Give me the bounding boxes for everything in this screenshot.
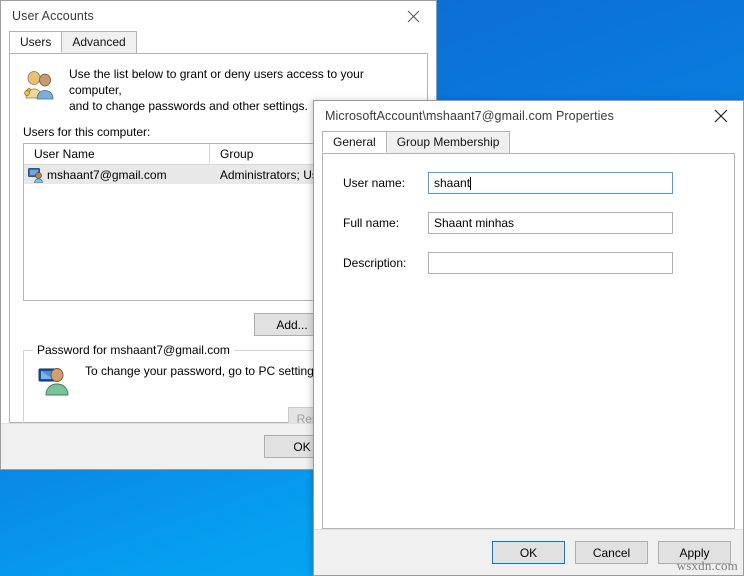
tab-users[interactable]: Users: [9, 31, 63, 53]
user-accounts-tabstrip: Users Advanced: [1, 31, 436, 53]
properties-footer: OK Cancel Apply: [314, 529, 743, 575]
properties-body: General Group Membership User name: shaa…: [314, 131, 743, 575]
description-row: Description:: [323, 252, 734, 274]
full-name-input[interactable]: Shaant minhas: [428, 212, 673, 234]
user-accounts-title: User Accounts: [12, 9, 94, 23]
general-tab-panel: User name: shaant Full name: Shaant minh…: [322, 153, 735, 529]
tab-group-membership[interactable]: Group Membership: [385, 131, 511, 153]
full-name-value: Shaant minhas: [434, 216, 515, 230]
text-caret: [470, 176, 472, 190]
user-name-row: User name: shaant: [323, 172, 734, 194]
user-name-value: shaant: [434, 176, 471, 190]
users-header-line-1: Use the list below to grant or deny user…: [69, 67, 364, 97]
cancel-button[interactable]: Cancel: [575, 541, 648, 564]
tab-general[interactable]: General: [322, 131, 387, 153]
user-at-computer-icon: [37, 363, 71, 397]
ok-button[interactable]: OK: [492, 541, 565, 564]
column-header-user-name[interactable]: User Name: [24, 144, 211, 164]
user-account-icon: [28, 167, 44, 183]
user-accounts-titlebar[interactable]: User Accounts: [1, 1, 436, 31]
full-name-row: Full name: Shaant minhas: [323, 212, 734, 234]
users-group-icon: [23, 68, 57, 102]
password-group-title: Password for mshaant7@gmail.com: [33, 343, 234, 357]
desktop-background: User Accounts Users Advanced Use the lis…: [0, 0, 744, 576]
description-label: Description:: [343, 256, 407, 270]
description-input[interactable]: [428, 252, 673, 274]
properties-title: MicrosoftAccount\mshaant7@gmail.com Prop…: [325, 109, 614, 123]
tab-advanced[interactable]: Advanced: [61, 31, 137, 53]
apply-button[interactable]: Apply: [658, 541, 731, 564]
full-name-label: Full name:: [343, 216, 400, 230]
user-name-input[interactable]: shaant: [428, 172, 673, 194]
properties-tabstrip: General Group Membership: [314, 131, 743, 153]
close-icon[interactable]: [391, 1, 436, 31]
close-icon[interactable]: [698, 101, 743, 131]
properties-titlebar[interactable]: MicrosoftAccount\mshaant7@gmail.com Prop…: [314, 101, 743, 131]
cell-user-name: mshaant7@gmail.com: [24, 167, 210, 183]
cell-user-name-text: mshaant7@gmail.com: [47, 167, 167, 182]
account-properties-window: MicrosoftAccount\mshaant7@gmail.com Prop…: [313, 100, 744, 576]
user-name-label: User name:: [343, 176, 406, 190]
